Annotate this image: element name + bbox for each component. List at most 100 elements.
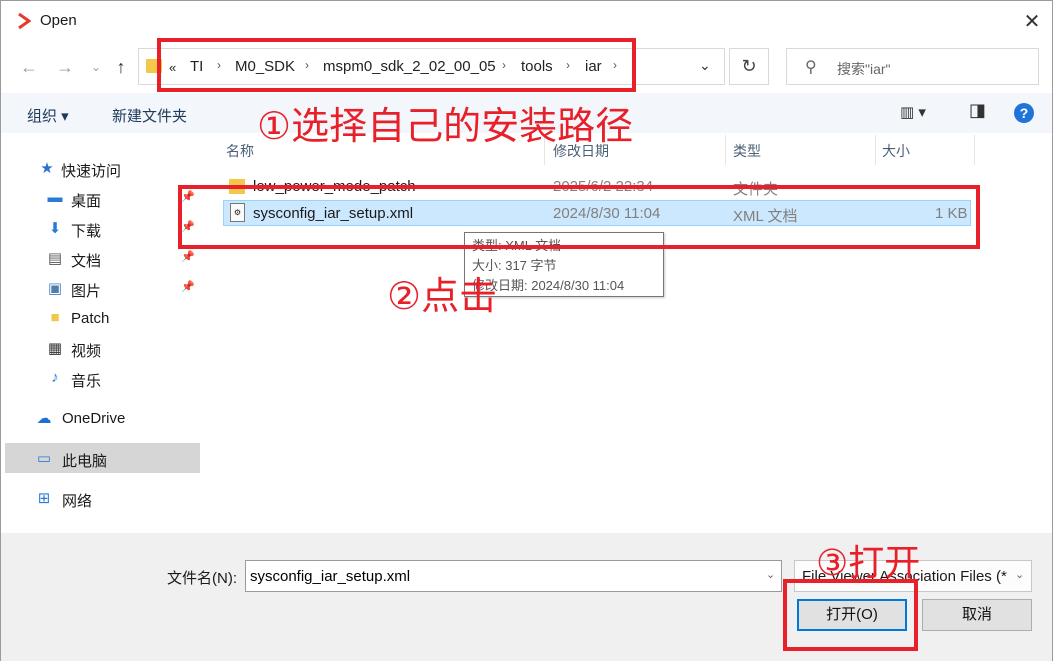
- view-options-icon[interactable]: ▥ ▾: [900, 103, 926, 121]
- breadcrumb-tools[interactable]: tools: [521, 58, 553, 75]
- navigation-pane: ★ 快速访问 ▬ 桌面 📌 ⬇ 下载 📌 ▤ 文档 📌 ▣ 图片 📌 ■ Pat…: [1, 133, 201, 533]
- video-icon: ▦: [47, 340, 63, 357]
- file-name: low_power_mode_patch: [253, 178, 416, 195]
- column-divider[interactable]: [974, 135, 975, 165]
- search-icon: ⚲: [805, 59, 817, 76]
- pin-icon[interactable]: 📌: [181, 220, 195, 233]
- column-header-date[interactable]: 修改日期: [553, 141, 609, 161]
- chevron-down-icon[interactable]: ⌄: [699, 57, 711, 74]
- close-icon[interactable]: ✕: [1019, 9, 1045, 35]
- tooltip-size: 大小: 317 字节: [472, 258, 557, 273]
- cancel-button[interactable]: 取消: [922, 599, 1032, 631]
- recent-locations-icon[interactable]: ⌄: [84, 55, 108, 79]
- pin-icon[interactable]: 📌: [181, 250, 195, 263]
- chevron-right-icon[interactable]: ›: [502, 58, 506, 72]
- tooltip-modified: 修改日期: 2024/8/30 11:04: [472, 278, 625, 293]
- new-folder-button[interactable]: 新建文件夹: [112, 105, 187, 126]
- sidebar-item-label: Patch: [71, 310, 110, 327]
- picture-icon: ▣: [47, 280, 63, 297]
- chevron-down-icon[interactable]: ⌄: [766, 568, 775, 581]
- sidebar-item-label: OneDrive: [62, 410, 126, 427]
- file-type-filter-value: File Viewer Association Files (*: [802, 568, 1007, 585]
- refresh-icon[interactable]: ↻: [729, 48, 769, 85]
- chevron-right-icon[interactable]: ›: [566, 58, 570, 72]
- chevron-right-icon[interactable]: ›: [305, 58, 309, 72]
- sidebar-item-this-pc[interactable]: ▭ 此电脑: [34, 447, 201, 473]
- sidebar-item-desktop[interactable]: ▬ 桌面 📌: [45, 187, 212, 213]
- open-button[interactable]: 打开(O): [797, 599, 907, 631]
- back-arrow-icon[interactable]: ←: [17, 55, 41, 79]
- sidebar-item-pictures[interactable]: ▣ 图片 📌: [45, 277, 212, 303]
- file-row-folder[interactable]: low_power_mode_patch 2025/6/2 22:34 文件夹: [223, 174, 971, 200]
- preview-pane-icon[interactable]: ◨: [969, 100, 986, 121]
- folder-icon: [146, 59, 162, 73]
- help-icon[interactable]: ?: [1014, 103, 1034, 123]
- file-type-filter[interactable]: File Viewer Association Files (* ⌄: [794, 560, 1032, 592]
- filename-combobox[interactable]: ⌄: [245, 560, 782, 592]
- title-bar: Open ✕: [1, 1, 1052, 41]
- music-note-icon: ♪: [51, 369, 59, 386]
- search-box[interactable]: ⚲ 搜索"iar": [786, 48, 1039, 85]
- sidebar-item-label: 视频: [71, 343, 102, 360]
- file-date: 2024/8/30 11:04: [553, 205, 661, 222]
- pin-icon[interactable]: 📌: [181, 280, 195, 293]
- up-arrow-icon[interactable]: ↑: [109, 55, 133, 79]
- sidebar-item-label: 图片: [71, 283, 102, 300]
- navigation-bar: ← → ⌄ ↑ « TI › M0_SDK › mspm0_sdk_2_02_0…: [1, 41, 1052, 93]
- dialog-footer: 文件名(N): ⌄ File Viewer Association Files …: [1, 533, 1052, 661]
- column-divider[interactable]: [875, 135, 876, 165]
- filename-input[interactable]: [250, 565, 750, 587]
- file-name: sysconfig_iar_setup.xml: [253, 205, 414, 222]
- address-bar[interactable]: « TI › M0_SDK › mspm0_sdk_2_02_00_05 › t…: [138, 48, 725, 85]
- computer-icon: ▭: [36, 450, 52, 467]
- network-icon: ⊞: [37, 490, 51, 507]
- file-size: 1 KB: [935, 205, 968, 222]
- forward-arrow-icon[interactable]: →: [53, 55, 77, 79]
- document-icon: ▤: [47, 250, 63, 267]
- sidebar-item-downloads[interactable]: ⬇ 下载 📌: [45, 217, 212, 243]
- column-header-type[interactable]: 类型: [733, 141, 761, 161]
- sidebar-item-label: 网络: [62, 493, 93, 510]
- file-list: 名称 修改日期 类型 大小 low_power_mode_patch 2025/…: [201, 133, 1053, 533]
- search-placeholder: 搜索"iar": [837, 61, 891, 77]
- file-date: 2025/6/2 22:34: [553, 178, 654, 195]
- pin-icon[interactable]: 📌: [181, 190, 195, 203]
- sidebar-item-label: 快速访问: [61, 163, 122, 180]
- open-file-dialog: Open ✕ ← → ⌄ ↑ « TI › M0_SDK › mspm0_sdk…: [0, 0, 1053, 661]
- chevron-right-icon[interactable]: ›: [613, 58, 617, 72]
- breadcrumb-m0-sdk[interactable]: M0_SDK: [235, 58, 295, 75]
- folder-icon: ■: [50, 309, 60, 326]
- organize-menu-button[interactable]: 组织 ▾: [27, 105, 69, 126]
- column-header-name[interactable]: 名称: [226, 141, 254, 161]
- breadcrumb-iar[interactable]: iar: [585, 58, 602, 75]
- download-icon: ⬇: [48, 220, 62, 237]
- sidebar-item-onedrive[interactable]: ☁ OneDrive: [34, 407, 201, 433]
- file-type: XML 文档: [733, 208, 798, 225]
- app-chevron-icon: [18, 12, 31, 30]
- sidebar-item-videos[interactable]: ▦ 视频: [45, 337, 212, 363]
- dialog-title: Open: [40, 12, 77, 29]
- command-toolbar: 组织 ▾ 新建文件夹 ▥ ▾ ◨ ?: [1, 93, 1052, 133]
- desktop-icon: ▬: [47, 189, 63, 206]
- breadcrumb-ti[interactable]: TI: [190, 58, 203, 75]
- chevron-right-icon[interactable]: ›: [217, 58, 221, 72]
- breadcrumb-overflow[interactable]: «: [169, 60, 176, 75]
- chevron-down-icon[interactable]: ⌄: [1015, 568, 1053, 581]
- sidebar-item-label: 音乐: [71, 373, 102, 390]
- column-header-size[interactable]: 大小: [882, 141, 910, 161]
- star-icon: ★: [40, 160, 54, 177]
- filename-label: 文件名(N):: [167, 570, 237, 587]
- sidebar-item-patch[interactable]: ■ Patch: [45, 307, 212, 333]
- sidebar-item-label: 下载: [71, 223, 102, 240]
- column-divider[interactable]: [544, 135, 545, 165]
- file-row-selected[interactable]: ⚙ sysconfig_iar_setup.xml 2024/8/30 11:0…: [223, 200, 971, 226]
- breadcrumb-mspm0-sdk[interactable]: mspm0_sdk_2_02_00_05: [323, 58, 496, 75]
- column-divider[interactable]: [725, 135, 726, 165]
- xml-file-icon: ⚙: [230, 203, 245, 222]
- sidebar-item-quick-access[interactable]: ★ 快速访问: [37, 157, 204, 183]
- sidebar-item-music[interactable]: ♪ 音乐: [45, 367, 212, 393]
- sidebar-item-documents[interactable]: ▤ 文档 📌: [45, 247, 212, 273]
- sidebar-item-network[interactable]: ⊞ 网络: [34, 487, 201, 513]
- tooltip-type: 类型: XML 文档: [472, 238, 562, 253]
- file-type: 文件夹: [733, 181, 779, 198]
